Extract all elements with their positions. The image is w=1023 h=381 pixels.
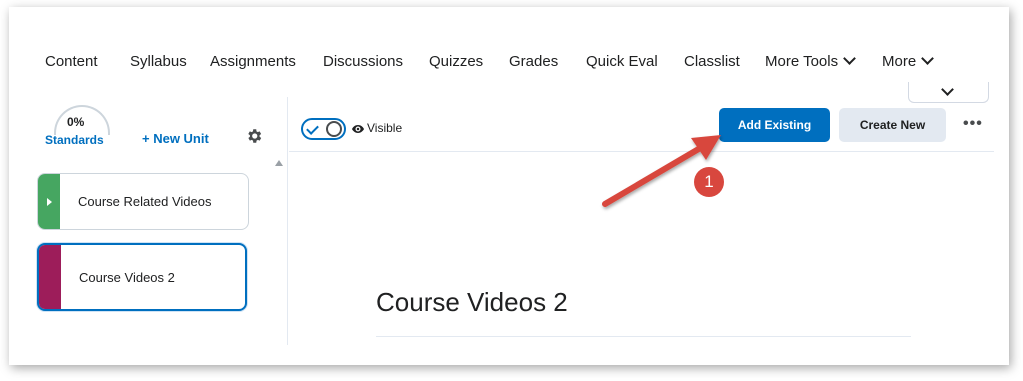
nav-content[interactable]: Content <box>45 53 98 70</box>
toolbar-divider <box>289 151 994 152</box>
eye-icon <box>352 125 364 133</box>
title-underline <box>376 336 911 337</box>
nav-overflow-dropdown[interactable] <box>908 82 989 103</box>
page-title: Course Videos 2 <box>376 287 568 317</box>
unit-label: Course Videos 2 <box>79 270 175 285</box>
nav-assignments[interactable]: Assignments <box>210 53 296 70</box>
unit-color-stripe <box>39 245 61 309</box>
top-navbar: Content Syllabus Assignments Discussions… <box>9 7 1009 103</box>
nav-classlist[interactable]: Classlist <box>684 53 740 70</box>
nav-grades[interactable]: Grades <box>509 53 558 70</box>
standards-link[interactable]: Standards <box>45 133 104 147</box>
add-existing-button[interactable]: Add Existing <box>719 108 830 142</box>
chevron-down-icon <box>843 52 856 65</box>
check-icon <box>306 122 319 135</box>
nav-quick-eval[interactable]: Quick Eval <box>586 53 658 70</box>
nav-more-label: More <box>882 53 917 70</box>
nav-more[interactable]: More <box>882 52 935 70</box>
sidebar-divider <box>287 97 288 345</box>
chevron-down-icon <box>941 83 954 96</box>
new-unit-button[interactable]: + New Unit <box>142 131 209 146</box>
progress-percent: 0% <box>67 115 85 129</box>
unit-card-course-videos-2[interactable]: Course Videos 2 <box>37 243 247 311</box>
nav-more-tools[interactable]: More Tools <box>765 52 856 70</box>
visibility-toggle[interactable] <box>301 118 346 140</box>
expand-arrow-icon[interactable] <box>47 198 52 206</box>
app-frame: Content Syllabus Assignments Discussions… <box>9 7 1009 365</box>
create-new-button[interactable]: Create New <box>839 108 946 142</box>
toggle-knob <box>326 121 342 137</box>
more-actions-icon[interactable]: ••• <box>963 115 983 133</box>
step-callout: 1 <box>694 167 724 197</box>
nav-more-tools-label: More Tools <box>765 53 839 70</box>
nav-syllabus[interactable]: Syllabus <box>130 53 187 70</box>
nav-quizzes[interactable]: Quizzes <box>429 53 483 70</box>
chevron-down-icon <box>921 52 935 65</box>
unit-card-course-related-videos[interactable]: Course Related Videos <box>37 173 249 230</box>
visible-label: Visible <box>367 121 403 135</box>
unit-label: Course Related Videos <box>78 194 212 209</box>
gear-icon[interactable] <box>245 127 263 145</box>
scroll-up-arrow[interactable] <box>275 160 283 166</box>
nav-discussions[interactable]: Discussions <box>323 53 403 70</box>
